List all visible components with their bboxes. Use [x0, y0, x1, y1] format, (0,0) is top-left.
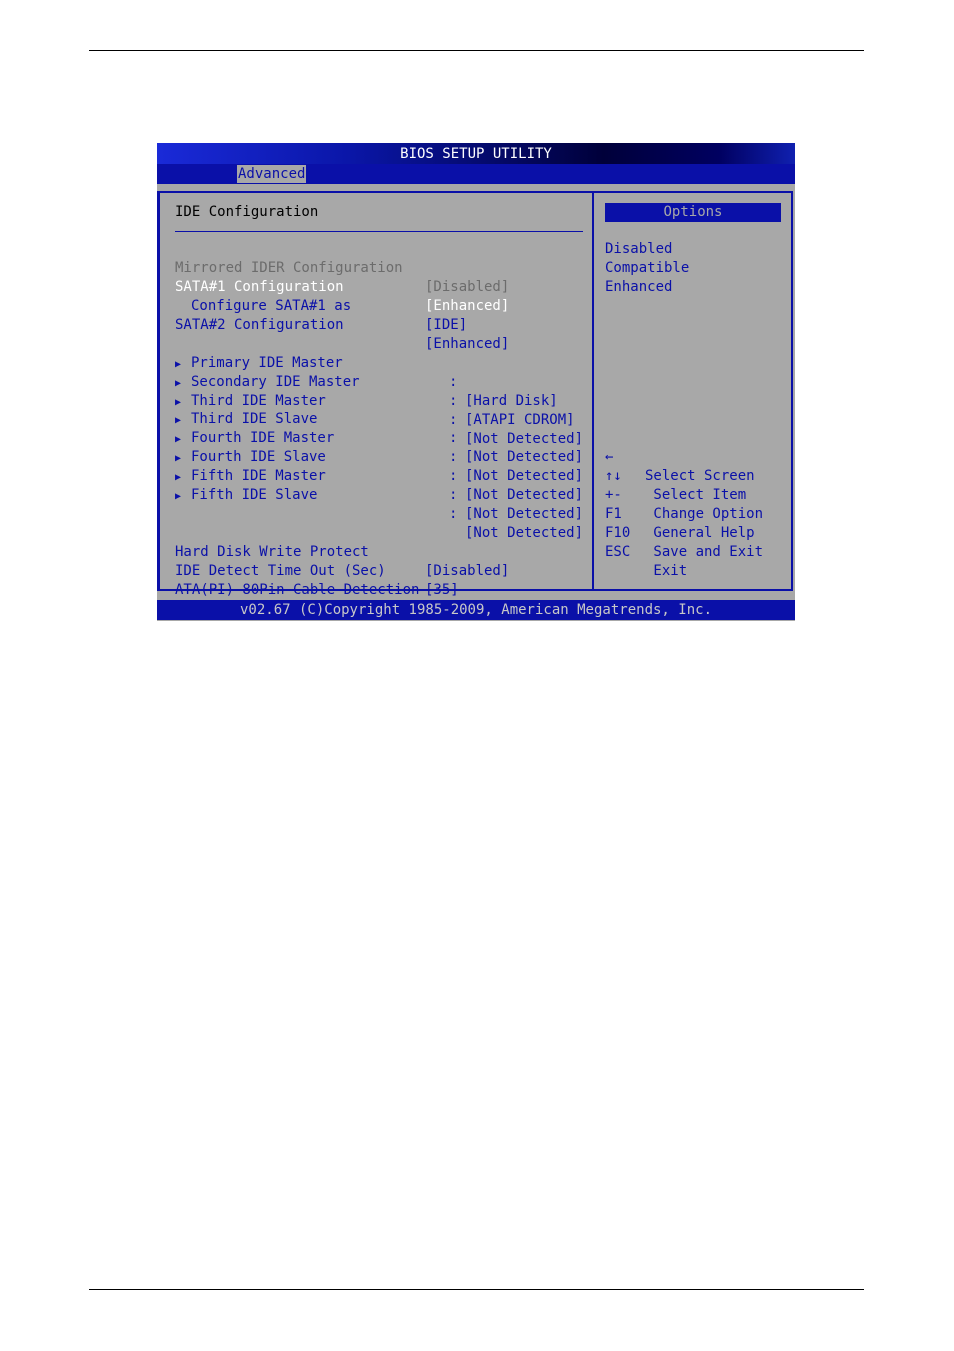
help-desc: Change Option [645, 506, 764, 522]
setting-sata2-configuration[interactable]: SATA#2 Configuration [Enhanced] [175, 297, 509, 352]
setting-value: [35] [425, 582, 459, 598]
setting-value: [Enhanced] [425, 298, 510, 314]
separator: : [449, 374, 458, 390]
option-compatible[interactable]: Compatible [605, 259, 689, 278]
separator: : [449, 393, 458, 409]
option-enhanced[interactable]: Enhanced [605, 278, 672, 297]
separator: : [449, 430, 458, 446]
page-footer-rule [89, 1289, 864, 1290]
setting-label: SATA#2 Configuration [175, 317, 344, 333]
drive-value: [Hard Disk] [465, 393, 558, 409]
separator: : [449, 487, 458, 503]
drive-fifth-ide-master[interactable]: ▶ Fifth IDE Master : [Not Detected] [175, 448, 583, 522]
setting-ide-detect-timeout[interactable]: IDE Detect Time Out (Sec) [35] [175, 543, 459, 598]
separator: : [449, 506, 458, 522]
setting-label: ATA(PI) 80Pin Cable Detection [175, 582, 420, 598]
setting-mirrored-ider[interactable]: Mirrored IDER Configuration [Disabled] [175, 240, 509, 295]
drive-label: Fifth IDE Slave [191, 487, 318, 503]
help-desc: Select Item [645, 487, 747, 503]
setting-value: [Disabled] [425, 563, 510, 579]
help-desc: Select Screen [645, 468, 755, 484]
drive-value: [ATAPI CDROM] [465, 412, 575, 428]
options-header: Options [605, 203, 781, 222]
drive-value: [Not Detected] [465, 431, 584, 447]
setting-80pin-cable-detection[interactable]: ATA(PI) 80Pin Cable Detection [Host & De… [175, 562, 551, 617]
drive-value: [Not Detected] [465, 506, 584, 522]
drive-fourth-ide-master[interactable]: ▶ Fourth IDE Master : [Not Detected] [175, 410, 583, 484]
tab-advanced[interactable]: Advanced [237, 165, 307, 183]
setting-value: [Disabled] [425, 279, 510, 295]
settings-panel: IDE Configuration Mirrored IDER Configur… [157, 191, 594, 617]
separator: : [449, 449, 458, 465]
menu-bar: Advanced [157, 164, 795, 184]
drive-value: [Not Detected] [465, 449, 584, 465]
drive-fifth-ide-slave[interactable]: ▶ Fifth IDE Slave : [Not Detected] [175, 467, 583, 541]
copyright-footer: v02.67 (C)Copyright 1985-2009, American … [157, 600, 795, 620]
esc-key-label: ESC [605, 544, 631, 560]
setting-value: [Enhanced] [425, 336, 510, 352]
bios-title-bar: BIOS SETUP UTILITY [157, 143, 795, 164]
heading-divider [175, 231, 583, 232]
drive-secondary-ide-master[interactable]: ▶ Secondary IDE Master : [ATAPI CDROM] [175, 354, 575, 428]
help-desc: General Help [645, 525, 755, 541]
help-desc: Save and Exit [645, 544, 764, 560]
separator: : [449, 412, 458, 428]
section-heading: IDE Configuration [175, 204, 319, 220]
setting-sata1-configuration[interactable]: SATA#1 Configuration [Enhanced] [175, 259, 509, 314]
drive-value: [Not Detected] [465, 525, 584, 541]
drive-third-ide-slave[interactable]: ▶ Third IDE Slave : [Not Detected] [175, 391, 583, 465]
setting-hard-disk-write-protect[interactable]: Hard Disk Write Protect [Disabled] [175, 524, 509, 579]
bios-screen: BIOS SETUP UTILITY Advanced IDE Configur… [157, 143, 795, 621]
drive-primary-ide-master[interactable]: ▶ Primary IDE Master : [Hard Disk] [175, 335, 558, 409]
help-panel: Options Disabled Compatible Enhanced ← S… [592, 191, 793, 591]
help-exit: ESC Exit [605, 524, 687, 600]
drive-value: [Not Detected] [465, 468, 584, 484]
drive-third-ide-master[interactable]: ▶ Third IDE Master : [Not Detected] [175, 373, 583, 447]
drive-value: [Not Detected] [465, 487, 584, 503]
submenu-arrow-icon: ▶ [175, 491, 182, 502]
help-desc: Exit [645, 563, 688, 579]
separator: : [449, 468, 458, 484]
option-disabled[interactable]: Disabled [605, 240, 672, 259]
drive-fourth-ide-slave[interactable]: ▶ Fourth IDE Slave : [Not Detected] [175, 429, 583, 503]
page-header-rule [89, 50, 864, 51]
setting-configure-sata1-as[interactable]: Configure SATA#1 as [IDE] [175, 278, 467, 333]
setting-value: [IDE] [425, 317, 468, 333]
